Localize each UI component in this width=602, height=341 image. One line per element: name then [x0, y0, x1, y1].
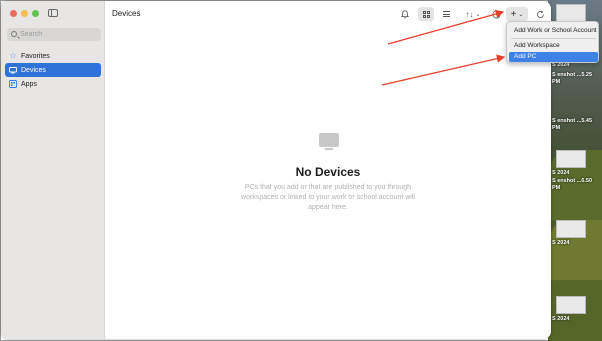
desktop-file[interactable]: S 2024 [552, 296, 600, 334]
sort-icon: ↑↓ [465, 9, 474, 19]
plus-icon: + [510, 8, 517, 20]
sidebar-item-devices[interactable]: Devices [5, 63, 101, 77]
desktop-file-label: S enshot ...6.50 PM [552, 178, 593, 191]
sidebar-toggle-icon[interactable] [48, 9, 58, 17]
sidebar-item-apps[interactable]: Apps [5, 77, 101, 91]
add-dropdown-menu: Add Work or School Account Add Workspace… [506, 21, 599, 63]
apps-icon [9, 80, 17, 88]
desktop-file[interactable]: S enshot ...6.50 PM [552, 172, 600, 210]
chevron-down-icon: ⌄ [518, 11, 524, 18]
file-thumbnail [556, 296, 586, 314]
sidebar-item-favorites[interactable]: ☆ Favorites [5, 49, 101, 63]
menu-item-add-work-or-school-account[interactable]: Add Work or School Account [509, 26, 598, 36]
menu-item-add-pc[interactable]: Add PC [509, 52, 598, 62]
desktop-file-label: S enshot ...5.25 PM [552, 72, 593, 85]
main-content: Devices ↑↓ ⌄ + ⌄ No Devices PCs that you… [105, 1, 551, 339]
page-title: Devices [112, 9, 141, 18]
search-input[interactable] [20, 28, 98, 41]
grid-icon [422, 10, 430, 18]
search-icon [11, 31, 17, 37]
empty-state-description: PCs that you add or that are published t… [241, 184, 415, 211]
app-window: ☆ Favorites Devices Apps Devices ↑↓ [1, 1, 551, 339]
list-view-button[interactable] [439, 7, 453, 21]
sidebar-item-label: Apps [21, 80, 37, 88]
sidebar: ☆ Favorites Devices Apps [1, 1, 105, 339]
file-thumbnail [556, 220, 586, 238]
empty-state-title: No Devices [295, 165, 361, 179]
menu-item-add-workspace[interactable]: Add Workspace [509, 41, 598, 51]
minimize-window-button[interactable] [21, 10, 28, 17]
clock-icon[interactable] [490, 7, 502, 21]
refresh-icon[interactable] [534, 7, 546, 21]
bell-icon[interactable] [399, 7, 411, 21]
desktop-file-label: S 2024 [552, 316, 570, 322]
desktop-file[interactable]: S 2024 [552, 220, 600, 258]
list-icon [442, 10, 450, 19]
zoom-window-button[interactable] [32, 10, 39, 17]
chevron-down-icon: ⌄ [475, 11, 481, 18]
add-button[interactable]: + ⌄ [506, 7, 528, 21]
search-field[interactable] [7, 28, 101, 41]
star-icon: ☆ [9, 51, 17, 60]
sidebar-item-label: Favorites [21, 52, 50, 60]
monitor-icon [319, 133, 339, 152]
close-window-button[interactable] [10, 10, 17, 17]
grid-view-button[interactable] [418, 7, 434, 21]
menu-divider [511, 38, 596, 39]
desktop-file[interactable]: S enshot ...5.45 PM [552, 110, 600, 148]
monitor-icon [9, 66, 17, 74]
file-thumbnail [556, 150, 586, 168]
sidebar-item-label: Devices [21, 66, 46, 74]
desktop-file[interactable]: S enshot ...5.25 PM [552, 62, 600, 100]
desktop-file-label: S 2024 [552, 240, 570, 246]
file-thumbnail [556, 4, 586, 22]
desktop-file-label: S enshot ...5.45 PM [552, 118, 593, 131]
sort-button[interactable]: ↑↓ ⌄ [462, 7, 484, 21]
